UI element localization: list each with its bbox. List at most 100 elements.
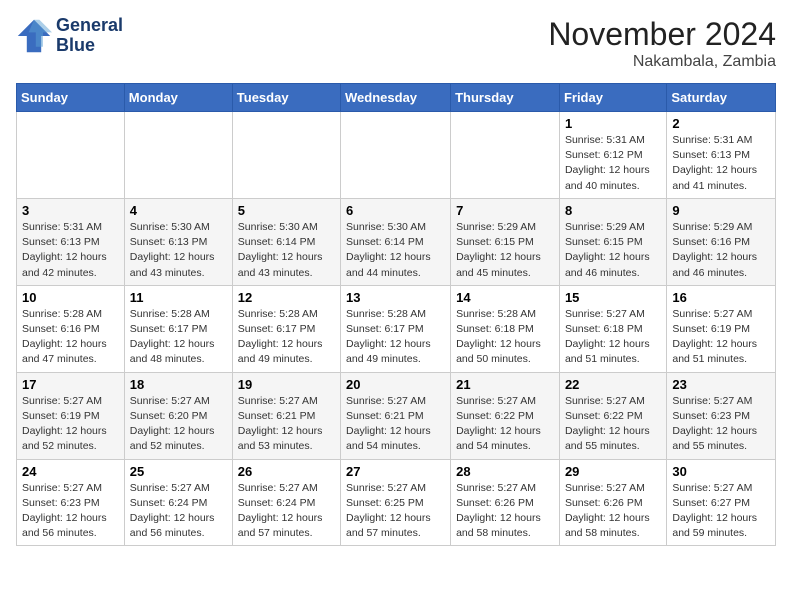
day-info: Sunrise: 5:28 AMSunset: 6:16 PMDaylight:… (22, 307, 119, 368)
calendar-cell: 6 Sunrise: 5:30 AMSunset: 6:14 PMDaylight… (341, 198, 451, 285)
day-info: Sunrise: 5:27 AMSunset: 6:19 PMDaylight:… (672, 307, 770, 368)
logo-line2: Blue (56, 36, 123, 56)
header-row: SundayMondayTuesdayWednesdayThursdayFrid… (17, 84, 776, 112)
day-info: Sunrise: 5:27 AMSunset: 6:22 PMDaylight:… (456, 394, 554, 455)
day-info: Sunrise: 5:27 AMSunset: 6:26 PMDaylight:… (565, 481, 661, 542)
day-info: Sunrise: 5:30 AMSunset: 6:14 PMDaylight:… (238, 220, 335, 281)
calendar-cell (17, 112, 125, 199)
calendar-cell: 21 Sunrise: 5:27 AMSunset: 6:22 PMDayligh… (451, 372, 560, 459)
day-number: 13 (346, 290, 445, 305)
day-number: 7 (456, 203, 554, 218)
day-info: Sunrise: 5:31 AMSunset: 6:13 PMDaylight:… (672, 133, 770, 194)
day-number: 4 (130, 203, 227, 218)
day-number: 20 (346, 377, 445, 392)
day-info: Sunrise: 5:29 AMSunset: 6:16 PMDaylight:… (672, 220, 770, 281)
calendar-cell: 11 Sunrise: 5:28 AMSunset: 6:17 PMDayligh… (124, 285, 232, 372)
day-number: 11 (130, 290, 227, 305)
header-day: Tuesday (232, 84, 340, 112)
calendar-week-row: 24 Sunrise: 5:27 AMSunset: 6:23 PMDayligh… (17, 459, 776, 546)
month-title: November 2024 (548, 16, 776, 53)
header-day: Friday (559, 84, 666, 112)
header-day: Sunday (17, 84, 125, 112)
calendar-cell (124, 112, 232, 199)
day-number: 15 (565, 290, 661, 305)
day-info: Sunrise: 5:27 AMSunset: 6:20 PMDaylight:… (130, 394, 227, 455)
logo-text: General Blue (56, 16, 123, 56)
day-info: Sunrise: 5:31 AMSunset: 6:12 PMDaylight:… (565, 133, 661, 194)
day-info: Sunrise: 5:29 AMSunset: 6:15 PMDaylight:… (456, 220, 554, 281)
day-number: 25 (130, 464, 227, 479)
day-info: Sunrise: 5:27 AMSunset: 6:19 PMDaylight:… (22, 394, 119, 455)
header-day: Monday (124, 84, 232, 112)
day-info: Sunrise: 5:28 AMSunset: 6:18 PMDaylight:… (456, 307, 554, 368)
calendar-cell: 5 Sunrise: 5:30 AMSunset: 6:14 PMDaylight… (232, 198, 340, 285)
day-info: Sunrise: 5:27 AMSunset: 6:21 PMDaylight:… (238, 394, 335, 455)
calendar-cell: 12Sunrise: 5:28 AMSunset: 6:17 PMDayligh… (232, 285, 340, 372)
calendar-cell: 16Sunrise: 5:27 AMSunset: 6:19 PMDayligh… (667, 285, 776, 372)
calendar-week-row: 17 Sunrise: 5:27 AMSunset: 6:19 PMDayligh… (17, 372, 776, 459)
day-number: 26 (238, 464, 335, 479)
calendar-cell: 25 Sunrise: 5:27 AMSunset: 6:24 PMDayligh… (124, 459, 232, 546)
day-info: Sunrise: 5:27 AMSunset: 6:18 PMDaylight:… (565, 307, 661, 368)
day-number: 10 (22, 290, 119, 305)
day-number: 3 (22, 203, 119, 218)
logo-line1: General (56, 16, 123, 36)
calendar-cell: 3Sunrise: 5:31 AMSunset: 6:13 PMDaylight… (17, 198, 125, 285)
calendar-cell: 18 Sunrise: 5:27 AMSunset: 6:20 PMDayligh… (124, 372, 232, 459)
calendar-cell: 23Sunrise: 5:27 AMSunset: 6:23 PMDayligh… (667, 372, 776, 459)
calendar-cell: 24 Sunrise: 5:27 AMSunset: 6:23 PMDayligh… (17, 459, 125, 546)
day-number: 5 (238, 203, 335, 218)
day-info: Sunrise: 5:28 AMSunset: 6:17 PMDaylight:… (130, 307, 227, 368)
calendar-cell: 28 Sunrise: 5:27 AMSunset: 6:26 PMDayligh… (451, 459, 560, 546)
calendar-cell: 30Sunrise: 5:27 AMSunset: 6:27 PMDayligh… (667, 459, 776, 546)
day-number: 18 (130, 377, 227, 392)
day-number: 24 (22, 464, 119, 479)
calendar-cell: 17 Sunrise: 5:27 AMSunset: 6:19 PMDayligh… (17, 372, 125, 459)
day-info: Sunrise: 5:27 AMSunset: 6:24 PMDaylight:… (130, 481, 227, 542)
day-number: 9 (672, 203, 770, 218)
day-number: 21 (456, 377, 554, 392)
day-number: 29 (565, 464, 661, 479)
title-block: November 2024 Nakambala, Zambia (548, 16, 776, 71)
day-info: Sunrise: 5:28 AMSunset: 6:17 PMDaylight:… (346, 307, 445, 368)
calendar-body: 1Sunrise: 5:31 AMSunset: 6:12 PMDaylight… (17, 112, 776, 546)
calendar-cell: 9 Sunrise: 5:29 AMSunset: 6:16 PMDaylight… (667, 198, 776, 285)
location: Nakambala, Zambia (548, 53, 776, 71)
logo-icon (16, 18, 52, 54)
calendar-cell (232, 112, 340, 199)
day-info: Sunrise: 5:27 AMSunset: 6:22 PMDaylight:… (565, 394, 661, 455)
calendar-cell: 27 Sunrise: 5:27 AMSunset: 6:25 PMDayligh… (341, 459, 451, 546)
day-info: Sunrise: 5:29 AMSunset: 6:15 PMDaylight:… (565, 220, 661, 281)
day-number: 27 (346, 464, 445, 479)
day-number: 2 (672, 116, 770, 131)
day-number: 6 (346, 203, 445, 218)
calendar-cell: 2 Sunrise: 5:31 AMSunset: 6:13 PMDaylight… (667, 112, 776, 199)
day-info: Sunrise: 5:30 AMSunset: 6:14 PMDaylight:… (346, 220, 445, 281)
page-header: General Blue November 2024 Nakambala, Za… (16, 16, 776, 71)
day-number: 30 (672, 464, 770, 479)
header-day: Saturday (667, 84, 776, 112)
day-number: 22 (565, 377, 661, 392)
logo: General Blue (16, 16, 123, 56)
calendar-cell: 15 Sunrise: 5:27 AMSunset: 6:18 PMDayligh… (559, 285, 666, 372)
calendar-week-row: 1Sunrise: 5:31 AMSunset: 6:12 PMDaylight… (17, 112, 776, 199)
calendar-week-row: 3Sunrise: 5:31 AMSunset: 6:13 PMDaylight… (17, 198, 776, 285)
calendar-cell: 29 Sunrise: 5:27 AMSunset: 6:26 PMDayligh… (559, 459, 666, 546)
day-number: 23 (672, 377, 770, 392)
calendar-cell: 19 Sunrise: 5:27 AMSunset: 6:21 PMDayligh… (232, 372, 340, 459)
header-day: Wednesday (341, 84, 451, 112)
calendar-week-row: 10 Sunrise: 5:28 AMSunset: 6:16 PMDayligh… (17, 285, 776, 372)
day-info: Sunrise: 5:27 AMSunset: 6:26 PMDaylight:… (456, 481, 554, 542)
day-number: 12 (238, 290, 335, 305)
calendar-cell: 13 Sunrise: 5:28 AMSunset: 6:17 PMDayligh… (341, 285, 451, 372)
day-number: 17 (22, 377, 119, 392)
calendar-cell: 7 Sunrise: 5:29 AMSunset: 6:15 PMDaylight… (451, 198, 560, 285)
day-number: 14 (456, 290, 554, 305)
day-number: 19 (238, 377, 335, 392)
calendar-cell: 4Sunrise: 5:30 AMSunset: 6:13 PMDaylight… (124, 198, 232, 285)
calendar-cell: 26Sunrise: 5:27 AMSunset: 6:24 PMDayligh… (232, 459, 340, 546)
day-info: Sunrise: 5:27 AMSunset: 6:25 PMDaylight:… (346, 481, 445, 542)
header-day: Thursday (451, 84, 560, 112)
day-number: 28 (456, 464, 554, 479)
day-info: Sunrise: 5:27 AMSunset: 6:23 PMDaylight:… (22, 481, 119, 542)
